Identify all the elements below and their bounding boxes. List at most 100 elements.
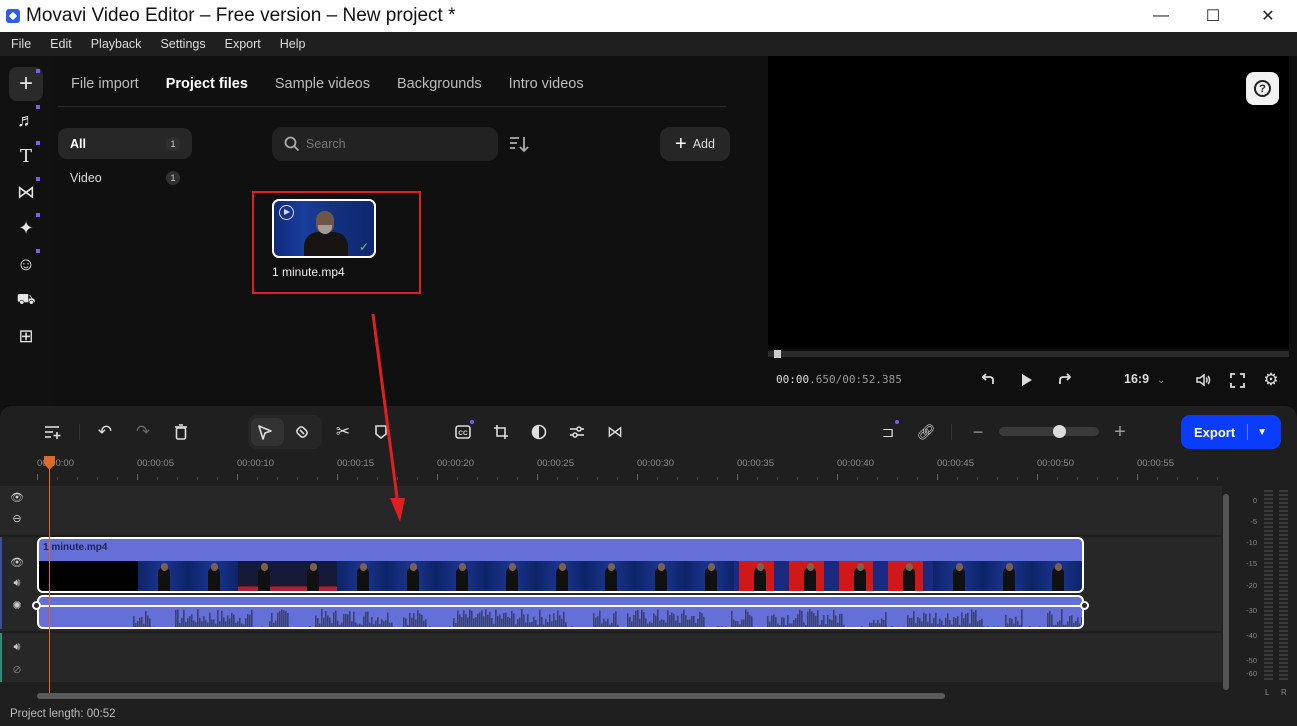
menu-playback[interactable]: Playback [91,37,142,51]
volume-icon[interactable]: 🔊︎ [10,640,24,654]
waveform-bar [801,611,803,627]
waveform-bar [175,609,177,627]
video-clip[interactable]: 1 minute.mp4 [37,537,1084,593]
tab-intro-videos[interactable]: Intro videos [509,76,584,92]
playhead-line[interactable] [49,458,50,694]
horizontal-scrollbar[interactable] [37,693,945,699]
captions-button[interactable]: CC [451,420,475,444]
waveform-bar [153,626,155,627]
sort-icon[interactable] [508,134,530,154]
color-adjust-button[interactable] [527,420,551,444]
waveform-bar [161,628,163,629]
split-button[interactable]: ✂ [331,420,355,444]
menu-export[interactable]: Export [225,37,261,51]
waveform-bar [255,628,257,629]
play-button[interactable] [1015,369,1037,391]
scrubber-knob[interactable] [774,350,782,358]
zoom-in-button[interactable]: + [1108,420,1132,444]
ruler-label: 00:00:35 [737,458,774,469]
svg-text:CC: CC [458,430,468,437]
volume-handle-start[interactable] [32,601,41,610]
timeline-ruler[interactable]: 00:00:00 00:00:05 00:00:10 00:00:15 00:00:20… [0,452,1230,486]
audio-split-icon: ⊐ [881,424,895,441]
sidebar-transitions[interactable]: ⋈ [9,175,43,209]
volume-handle-end[interactable] [1080,601,1089,610]
fullscreen-button[interactable] [1226,369,1248,391]
export-button[interactable]: Export ▼ [1181,415,1281,449]
waveform-bar [769,621,771,627]
minimize-button[interactable]: — [1132,0,1190,32]
media-thumbnail[interactable]: ✓ [272,199,376,258]
link-icon[interactable]: ⊖ [10,511,24,525]
waveform-bar [747,611,749,627]
add-track-button[interactable] [41,420,65,444]
audio-effects-icon[interactable]: ✺ [10,598,24,612]
waveform-bar [375,620,377,627]
waveform-bar [797,614,799,627]
waveform-bar [597,616,599,627]
tab-backgrounds[interactable]: Backgrounds [397,76,482,92]
sidebar-stickers[interactable]: ☺ [9,247,43,281]
ruler-label: 00:00:25 [537,458,574,469]
clip-frame [138,561,189,591]
sidebar-store[interactable]: ⛟ [9,283,43,317]
menu-edit[interactable]: Edit [50,37,72,51]
preview-settings-button[interactable]: ⚙ [1260,369,1282,391]
category-all[interactable]: All 1 [58,128,192,159]
select-tool-button[interactable] [253,420,277,444]
waveform-bar [135,623,137,627]
waveform-bar [557,610,559,627]
menu-file[interactable]: File [11,37,31,51]
tab-sample-videos[interactable]: Sample videos [275,76,370,92]
tab-project-files[interactable]: Project files [166,76,248,92]
aspect-ratio-dropdown[interactable]: 16:9 ⌄ [1124,372,1165,386]
preview-scrubber[interactable] [768,350,1289,358]
magnet-button[interactable]: 🔗︎ [914,420,938,444]
add-button[interactable]: + Add [660,127,730,161]
add-transition-button[interactable]: ⋈ [603,420,627,444]
sidebar-import[interactable]: + [9,67,43,101]
redo-button[interactable]: ↷ [131,420,155,444]
unlink-icon[interactable]: ⊘ [10,662,24,676]
waveform-bar [327,615,329,627]
volume-line[interactable] [37,605,1086,607]
category-video[interactable]: Video 1 [58,162,192,193]
clip-properties-button[interactable] [565,420,589,444]
search-field[interactable] [272,127,498,161]
blade-tool-button[interactable] [290,420,314,444]
zoom-out-button[interactable]: − [966,420,990,444]
menu-settings[interactable]: Settings [160,37,205,51]
help-button[interactable]: ? [1246,72,1279,105]
search-input[interactable] [306,137,476,151]
maximize-button[interactable]: ☐ [1184,0,1242,32]
count-badge: 1 [166,170,180,185]
audio-detach-button[interactable]: ⊐ [876,420,900,444]
close-button[interactable]: ✕ [1239,0,1297,32]
sidebar-effects[interactable]: ✦ [9,211,43,245]
eye-icon[interactable]: 👁︎ [10,490,24,504]
waveform-bar [297,628,299,629]
tab-file-import[interactable]: File import [71,76,139,92]
delete-button[interactable] [169,420,193,444]
forward-1s-button[interactable] [1054,369,1076,391]
sidebar-more-tools[interactable]: ⊞ [9,319,43,353]
chevron-down-icon[interactable]: ▼ [1257,427,1267,438]
crop-button[interactable] [489,420,513,444]
volume-icon[interactable]: 🔊︎ [10,576,24,590]
waveform-bar [487,614,489,627]
audio-clip[interactable] [37,595,1084,629]
sidebar-titles[interactable]: T [9,139,43,173]
undo-button[interactable]: ↶ [93,420,117,444]
menu-help[interactable]: Help [280,37,306,51]
frame-person [307,563,320,591]
rewind-1s-button[interactable] [977,369,999,391]
marker-button[interactable] [369,420,393,444]
eye-icon[interactable]: 👁︎ [10,555,24,569]
zoom-slider-knob[interactable] [1053,425,1066,438]
vertical-scrollbar[interactable] [1223,494,1229,690]
waveform-bar [261,626,263,627]
waveform-bar [939,618,941,627]
sidebar-music[interactable]: ♬ [9,103,43,137]
volume-button[interactable] [1192,369,1214,391]
timeline-zoom-slider[interactable] [999,425,1099,438]
